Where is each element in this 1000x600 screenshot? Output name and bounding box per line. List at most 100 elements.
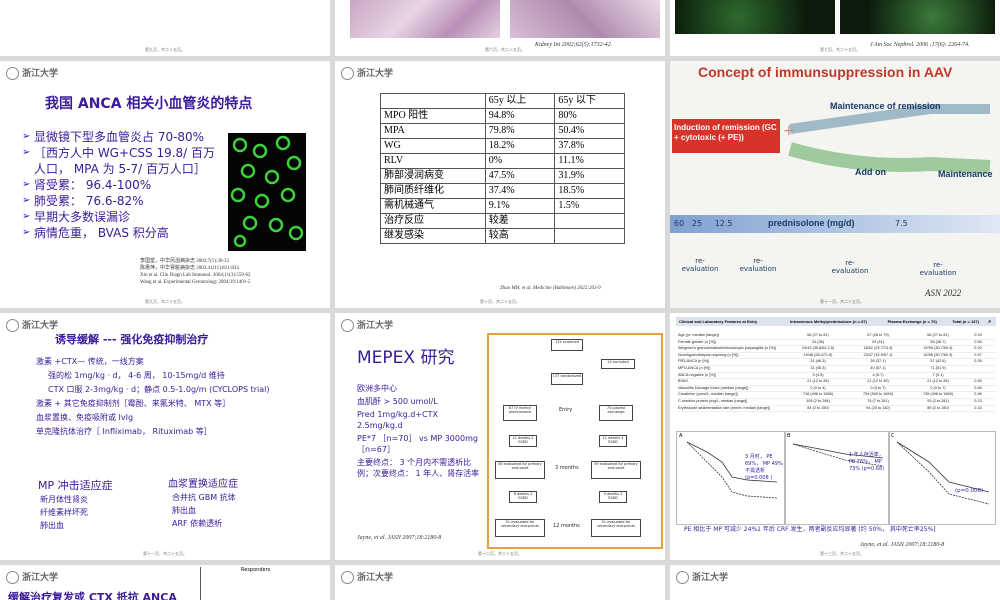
page-number: 第七页，共二十五页。 — [820, 47, 860, 52]
table-row: 需机械通气 9.1% 1.5% — [380, 198, 625, 214]
bullet-list: 显微镜下型多血管炎占 70-80% ［西方人中 WG+CSS 19.8/ 百万人… — [22, 129, 217, 241]
table-header-row: Clinical and Laboratory Features at Entr… — [676, 317, 996, 326]
page-number: 第十二页，共二十五页。 — [478, 551, 522, 556]
table-cell: 89 (2 to 150) — [927, 405, 949, 410]
table-cell: Creatinine (μmol/L; median [range]) — [678, 392, 738, 397]
table-cell: 53 (38.7) — [930, 339, 946, 344]
table-cell: 109 (2 to 264) — [806, 398, 830, 403]
bullet-item: 欧洲多中心 — [357, 384, 397, 393]
list-item: 肺出血 — [40, 521, 64, 530]
chart-title: Responders — [241, 567, 271, 573]
maintenance-label: Maintenance — [938, 169, 993, 179]
slide-title: 缓解治疗复发或 CTX 抵抗 ANCA — [8, 591, 177, 600]
bullet-item: 肺受累： 76.6-82% — [22, 193, 217, 209]
flow-box: 70 plasma exchange — [599, 405, 633, 421]
slide-title: MEPEX 研究 — [357, 348, 455, 368]
flow-box: 11 deaths 4 ESRD — [599, 435, 627, 447]
fluorescence-image-right — [840, 0, 995, 34]
flow-box: 14 excluded — [601, 359, 635, 369]
table-row: PR3-ANCA (n [%]) 31 (46.3) 26 (37.1) 57 (42… — [678, 359, 996, 366]
table-cell: 21 (12 to 45) — [807, 379, 829, 384]
survival-chart-c: C (p=0.008) — [888, 431, 996, 525]
university-logo: 浙江大学 — [341, 570, 393, 584]
table-cell: 42/95 (30.7/69.3) — [923, 352, 953, 357]
treatment-line: 单克隆抗体治疗［ Infliximab， Rituximab 等］ — [36, 427, 212, 436]
table-row: ANCA negative (n [%]) 3 (4.5) 4 (5.7) 7 (5.… — [678, 373, 996, 380]
page-number: 第十一页，共二十五页。 — [820, 299, 864, 304]
survival-curve-icon — [792, 443, 884, 467]
flow-label: Entry — [559, 407, 573, 413]
table-row: 肺间质纤维化 37.4% 18.5% — [380, 183, 625, 199]
table-cell: 93 (2 to 281) — [927, 398, 949, 403]
table-cell: 94 (20 to 140) — [866, 405, 890, 410]
survival-curve-icon — [896, 441, 990, 505]
flow-box: 67 IV methyl prednisolone — [503, 405, 537, 421]
table-row: Erythrocyte sedimentation rate (mm/h; me… — [678, 406, 996, 413]
list-item: 肺出血 — [172, 506, 196, 515]
slide-5: 浙江大学 65y 以上 65y 以下 MPO 阳性 94.8% 80% MPA 79.8… — [335, 61, 665, 308]
reevaluation-label: re-evaluation — [681, 257, 719, 273]
slide-11: 浙江大学 — [335, 565, 665, 600]
flow-box: 151 screened — [551, 339, 583, 351]
university-logo: 浙江大学 — [6, 570, 58, 584]
treatment-line: 强的松 1mg/kg · d， 4-6 周， 10-15mg/d 维持 — [48, 371, 225, 380]
table-cell: C-reactive protein (mg/L; median [range]… — [678, 398, 748, 403]
table-cell: 84 (2 to 150) — [807, 405, 829, 410]
table-cell: 0.57 — [974, 352, 982, 357]
pe-indication-list: 合并抗 GBM 抗体 肺出血 ARF 依赖透析 — [172, 491, 236, 530]
table-row: C-reactive protein (mg/L; median [range]… — [678, 399, 996, 406]
bullet-item: 血肌酐 > 500 umol/L — [357, 397, 438, 406]
slide-title: 诱导缓解 --- 强化免疫抑制治疗 — [55, 333, 209, 346]
table-cell: 67 (28 to 79) — [867, 333, 889, 337]
table-cell: 18/52 (25.7/74.3) — [863, 346, 893, 351]
table-header-row: 65y 以上 65y 以下 — [380, 93, 625, 109]
slide-2: Kidney Int 2002;62(5):1732-42. 第六页，共二十五页… — [335, 0, 665, 56]
table-row: Age (yr; median [range]) 66 (27 to 81) 67 … — [678, 333, 996, 340]
survival-chart-b: B 1 年人存活率， PE 76%， MP 73% (p=0.68) — [784, 431, 890, 525]
table-row: Female gender (n [%]) 24 (36) 29 (41) 53 (3… — [678, 340, 996, 347]
reference: Jayne, et al. JASN 2007;18:2180-8 — [860, 542, 945, 548]
cells-icon — [230, 135, 304, 248]
flow-box: 8 deaths 2 ESRD — [509, 491, 537, 503]
table-cell: 0.20 — [974, 346, 982, 351]
table-cell — [968, 373, 988, 379]
list-item: ARF 依赖透析 — [172, 519, 223, 528]
table-cell: 57 (42.6) — [930, 359, 946, 364]
flow-label: 12 months — [553, 523, 580, 529]
table-cell: 0.96 — [974, 392, 982, 397]
table-row: BVAS 21 (12 to 45) 21 (12 to 39) 21 (12 to … — [678, 379, 996, 386]
bullet-item: 早期大多数误漏诊 — [22, 209, 217, 225]
prednisolone-numbers: 60 25 12.5 — [674, 219, 733, 228]
table-cell: 0.35 — [974, 359, 982, 364]
reference: ASN 2022 — [925, 288, 962, 298]
bullet-item: 显微镜下型多血管炎占 70-80% — [22, 129, 217, 145]
chart-note: (p=0.008) — [955, 488, 984, 494]
table-cell — [968, 366, 988, 372]
table-cell: 0 (0 to 7) — [870, 385, 886, 390]
table-cell: 23/47 (32.9/67.1) — [863, 352, 893, 357]
table-cell: 0.34 — [974, 405, 982, 410]
table-cell: Vasculitis Damage Index (median [range]) — [678, 385, 749, 390]
table-cell: MPO-ANCA (n [%]) — [678, 365, 711, 370]
list-item: 新月体性肾炎 — [40, 495, 88, 504]
flow-box: 59 evaluated for primary end-point — [591, 461, 641, 479]
bullet-list: 欧洲多中心 血肌酐 > 500 umol/L Pred 1mg/kg.d+CTX… — [357, 383, 485, 479]
add-on-label: Add on — [855, 167, 886, 177]
table-row: MPO-ANCA (n [%]) 31 (46.3) 40 (57.1) 71 (51… — [678, 366, 996, 373]
bullet-item: PE*7 ［n=70］ vs MP 3000mg ［n=67］ — [357, 434, 478, 454]
entry-features-table: Clinical and Laboratory Features at Entr… — [676, 317, 996, 326]
page-number: 第十三页，共二十五页。 — [820, 551, 864, 556]
bullet-item: Pred 1mg/kg.d+CTX 2.5mg/kg.d — [357, 410, 438, 430]
table-cell: Female gender (n [%]) — [678, 339, 716, 344]
treatment-line: 激素 +CTX— 传统，一线方案 — [36, 357, 144, 366]
immunofluorescence-image — [228, 133, 306, 251]
table-cell: 26 (37.1) — [870, 359, 886, 364]
slide-4: 浙江大学 我国 ANCA 相关小血管炎的特点 显微镜下型多血管炎占 70-80%… — [0, 61, 330, 308]
slide-3: J Am Soc Nephrol. 2006 ;17(6): 2264-74. … — [670, 0, 1000, 56]
university-logo: 浙江大学 — [341, 66, 393, 80]
table-cell: 716 (498 to 1566) — [803, 392, 833, 397]
table-cell: PR3-ANCA (n [%]) — [678, 359, 710, 364]
table-cell: 0 (0 to 7) — [930, 385, 946, 390]
comparison-table: 65y 以上 65y 以下 MPO 阳性 94.8% 80% MPA 79.8% 50.4… — [380, 93, 625, 244]
survival-chart-a: A 3 月时， PE 69%， MP 49% 不需透析 (p=0.008 ) — [676, 431, 786, 525]
